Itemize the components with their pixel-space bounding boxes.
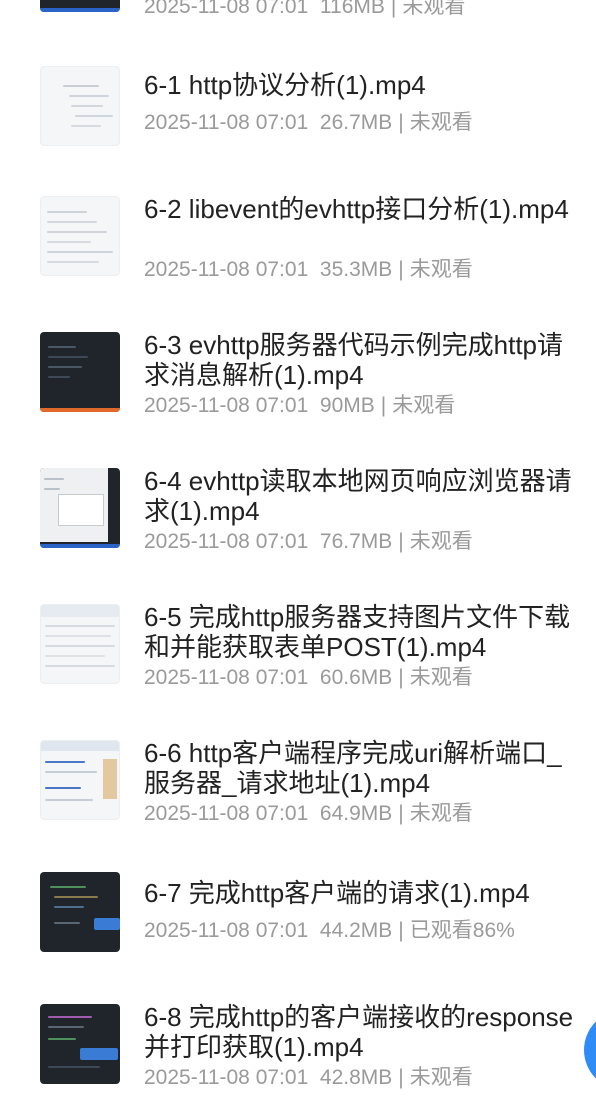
video-size: 64.9MB xyxy=(319,802,393,825)
video-meta: 2025-11-08 07:01 60.6MB | 未观看 xyxy=(144,665,473,691)
video-status: 已观看86% xyxy=(409,919,515,942)
video-thumbnail xyxy=(40,66,120,146)
video-size: 116MB xyxy=(319,0,385,18)
video-size: 35.3MB xyxy=(319,258,393,281)
video-status: 未观看 xyxy=(409,258,473,281)
meta-separator: | xyxy=(398,1066,404,1089)
video-title: 6-7 完成http客户端的请求(1).mp4 xyxy=(144,878,530,908)
video-size: 60.6MB xyxy=(319,666,393,689)
video-date: 2025-11-08 07:01 xyxy=(144,258,309,281)
video-title: 6-6 http客户端程序完成uri解析端口_服务器_请求地址(1).mp4 xyxy=(144,738,562,798)
video-meta: 2025-11-08 07:01 64.9MB | 未观看 xyxy=(144,801,473,827)
video-status: 未观看 xyxy=(409,1066,473,1089)
meta-separator: | xyxy=(398,530,404,553)
video-meta: 2025-11-08 07:01 42.8MB | 未观看 xyxy=(144,1065,473,1091)
video-date: 2025-11-08 07:01 xyxy=(144,394,309,417)
video-thumbnail xyxy=(40,604,120,684)
video-meta: 2025-11-08 07:01 116MB | 未观看 xyxy=(144,0,465,20)
video-meta: 2025-11-08 07:01 76.7MB | 未观看 xyxy=(144,529,473,555)
video-list-page: 2025-11-08 07:01 116MB | 未观看 6-1 http协议分析(… xyxy=(0,0,596,1118)
video-status: 未观看 xyxy=(392,394,456,417)
video-meta: 2025-11-08 07:01 44.2MB | 已观看86% xyxy=(144,918,515,944)
video-meta: 2025-11-08 07:01 26.7MB | 未观看 xyxy=(144,110,473,136)
meta-separator: | xyxy=(390,0,397,18)
video-thumbnail xyxy=(40,468,120,548)
video-size: 42.8MB xyxy=(319,1066,393,1089)
video-size: 26.7MB xyxy=(319,111,393,134)
video-date: 2025-11-08 07:01 xyxy=(144,1066,309,1089)
video-status: 未观看 xyxy=(409,111,473,134)
video-title: 6-5 完成http服务器支持图片文件下载和并能获取表单POST(1).mp4 xyxy=(144,602,571,662)
video-date: 2025-11-08 07:01 xyxy=(144,530,309,553)
video-status: 未观看 xyxy=(409,666,473,689)
video-size: 76.7MB xyxy=(319,530,393,553)
video-title: 6-4 evhttp读取本地网页响应浏览器请求(1).mp4 xyxy=(144,466,572,526)
meta-separator: | xyxy=(398,258,404,281)
video-thumbnail xyxy=(40,332,120,412)
meta-separator: | xyxy=(398,919,404,942)
video-status: 未观看 xyxy=(409,530,473,553)
video-date: 2025-11-08 07:01 xyxy=(144,802,309,825)
video-title: 6-8 完成http的客户端接收的response并打印获取(1).mp4 xyxy=(144,1002,574,1062)
video-title: 6-2 libevent的evhttp接口分析(1).mp4 xyxy=(144,194,569,224)
video-date: 2025-11-08 07:01 xyxy=(144,666,309,689)
video-thumbnail xyxy=(40,196,120,276)
meta-separator: | xyxy=(398,802,404,825)
video-date: 2025-11-08 07:01 xyxy=(144,919,309,942)
video-title: 6-3 evhttp服务器代码示例完成http请求消息解析(1).mp4 xyxy=(144,330,563,390)
video-thumbnail xyxy=(40,1004,120,1084)
video-status: 未观看 xyxy=(409,802,473,825)
meta-separator: | xyxy=(398,111,404,134)
video-meta: 2025-11-08 07:01 90MB | 未观看 xyxy=(144,393,455,419)
video-thumbnail xyxy=(40,0,120,12)
video-thumbnail xyxy=(40,872,120,952)
video-meta: 2025-11-08 07:01 35.3MB | 未观看 xyxy=(144,257,473,283)
meta-separator: | xyxy=(380,394,387,417)
video-date: 2025-11-08 07:01 xyxy=(144,111,309,134)
video-title: 6-1 http协议分析(1).mp4 xyxy=(144,70,426,100)
video-size: 90MB xyxy=(319,394,375,417)
video-status: 未观看 xyxy=(402,0,466,18)
meta-separator: | xyxy=(398,666,404,689)
video-thumbnail xyxy=(40,740,120,820)
floating-action-button[interactable] xyxy=(584,1010,596,1090)
video-date: 2025-11-08 07:01 xyxy=(144,0,309,18)
video-size: 44.2MB xyxy=(319,919,393,942)
